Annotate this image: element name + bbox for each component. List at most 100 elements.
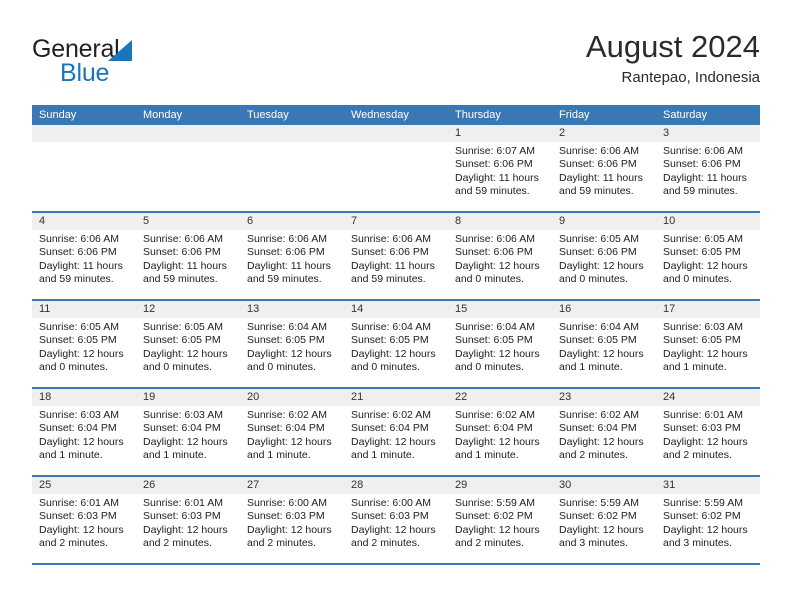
day-cell[interactable]: 2 Sunrise: 6:06 AM Sunset: 6:06 PM Daylight… (552, 125, 656, 211)
daylight-text: Daylight: 12 hours and 0 minutes. (455, 347, 540, 374)
day-number: 25 (39, 479, 52, 491)
day-number: 17 (663, 303, 676, 315)
weekday-header-saturday: Saturday (663, 109, 708, 121)
sunset-text: Sunset: 6:03 PM (39, 510, 117, 523)
day-number-band: 24 (656, 389, 760, 406)
daylight-text: Daylight: 12 hours and 1 minute. (39, 435, 124, 462)
day-number-band: 31 (656, 477, 760, 494)
day-cell[interactable]: 6 Sunrise: 6:06 AM Sunset: 6:06 PM Daylight… (240, 213, 344, 299)
sunrise-text: Sunrise: 6:06 AM (143, 233, 223, 245)
day-number: 21 (351, 391, 364, 403)
day-cell[interactable]: 13 Sunrise: 6:04 AM Sunset: 6:05 PM Dayligh… (240, 301, 344, 387)
day-cell[interactable]: 18 Sunrise: 6:03 AM Sunset: 6:04 PM Dayligh… (32, 389, 136, 475)
generalblue-logo[interactable]: General Blue (32, 36, 242, 92)
day-cell[interactable]: 3 Sunrise: 6:06 AM Sunset: 6:06 PM Daylight… (656, 125, 760, 211)
day-number-band: 19 (136, 389, 240, 406)
day-cell[interactable]: 15 Sunrise: 6:04 AM Sunset: 6:05 PM Dayligh… (448, 301, 552, 387)
calendar-grid: Sunday Monday Tuesday Wednesday Thursday Frid… (32, 105, 760, 565)
day-number: 30 (559, 479, 572, 491)
day-cell[interactable]: 30 Sunrise: 5:59 AM Sunset: 6:02 PM Dayligh… (552, 477, 656, 563)
sunrise-text: Sunrise: 6:03 AM (663, 321, 743, 333)
daylight-text: Daylight: 12 hours and 0 minutes. (39, 347, 124, 374)
sunrise-text: Sunrise: 6:06 AM (247, 233, 327, 245)
sunrise-text: Sunrise: 6:05 AM (143, 321, 223, 333)
day-number-band: 5 (136, 213, 240, 230)
logo-triangle-icon (108, 40, 132, 61)
sunrise-text: Sunrise: 6:00 AM (351, 497, 431, 509)
day-cell[interactable]: 11 Sunrise: 6:05 AM Sunset: 6:05 PM Dayligh… (32, 301, 136, 387)
day-cell[interactable]: 9 Sunrise: 6:05 AM Sunset: 6:06 PM Daylight… (552, 213, 656, 299)
daylight-text: Daylight: 11 hours and 59 minutes. (455, 171, 539, 198)
day-number-band: 18 (32, 389, 136, 406)
day-number-band: 16 (552, 301, 656, 318)
day-cell-empty (32, 125, 136, 211)
daylight-text: Daylight: 12 hours and 0 minutes. (351, 347, 436, 374)
day-cell[interactable]: 27 Sunrise: 6:00 AM Sunset: 6:03 PM Dayligh… (240, 477, 344, 563)
day-sun-info: Sunrise: 6:00 AM Sunset: 6:03 PM Daylight:… (344, 494, 448, 551)
day-cell[interactable]: 28 Sunrise: 6:00 AM Sunset: 6:03 PM Dayligh… (344, 477, 448, 563)
day-cell[interactable]: 4 Sunrise: 6:06 AM Sunset: 6:06 PM Daylight… (32, 213, 136, 299)
sunrise-text: Sunrise: 6:06 AM (351, 233, 431, 245)
day-cell[interactable]: 23 Sunrise: 6:02 AM Sunset: 6:04 PM Dayligh… (552, 389, 656, 475)
calendar-weeks: 1 Sunrise: 6:07 AM Sunset: 6:06 PM Daylight… (32, 125, 760, 565)
day-cell[interactable]: 10 Sunrise: 6:05 AM Sunset: 6:05 PM Dayligh… (656, 213, 760, 299)
day-cell-empty (136, 125, 240, 211)
sunrise-text: Sunrise: 6:04 AM (455, 321, 535, 333)
day-sun-info: Sunrise: 6:06 AM Sunset: 6:06 PM Daylight:… (136, 230, 240, 287)
day-sun-info: Sunrise: 6:05 AM Sunset: 6:05 PM Daylight:… (136, 318, 240, 375)
day-number-band: 22 (448, 389, 552, 406)
day-number-band: 23 (552, 389, 656, 406)
day-cell[interactable]: 24 Sunrise: 6:01 AM Sunset: 6:03 PM Dayligh… (656, 389, 760, 475)
day-cell[interactable]: 14 Sunrise: 6:04 AM Sunset: 6:05 PM Dayligh… (344, 301, 448, 387)
day-number-band: 9 (552, 213, 656, 230)
day-cell[interactable]: 17 Sunrise: 6:03 AM Sunset: 6:05 PM Dayligh… (656, 301, 760, 387)
day-sun-info: Sunrise: 6:06 AM Sunset: 6:06 PM Daylight:… (552, 142, 656, 199)
day-number: 11 (39, 303, 51, 315)
day-cell[interactable]: 26 Sunrise: 6:01 AM Sunset: 6:03 PM Dayligh… (136, 477, 240, 563)
calendar-page: General Blue August 2024 Rantepao, Indon… (0, 0, 792, 612)
page-title: August 2024 (585, 29, 760, 64)
day-cell[interactable]: 21 Sunrise: 6:02 AM Sunset: 6:04 PM Dayligh… (344, 389, 448, 475)
sunset-text: Sunset: 6:05 PM (559, 334, 637, 347)
day-cell[interactable]: 25 Sunrise: 6:01 AM Sunset: 6:03 PM Dayligh… (32, 477, 136, 563)
day-number: 8 (455, 215, 462, 227)
sunrise-text: Sunrise: 6:06 AM (559, 145, 639, 157)
day-cell[interactable]: 1 Sunrise: 6:07 AM Sunset: 6:06 PM Daylight… (448, 125, 552, 211)
day-number-band: 11 (32, 301, 136, 318)
sunrise-text: Sunrise: 6:01 AM (143, 497, 223, 509)
day-cell[interactable]: 19 Sunrise: 6:03 AM Sunset: 6:04 PM Dayligh… (136, 389, 240, 475)
daylight-text: Daylight: 12 hours and 1 minute. (247, 435, 332, 462)
day-cell[interactable]: 20 Sunrise: 6:02 AM Sunset: 6:04 PM Dayligh… (240, 389, 344, 475)
day-number: 4 (39, 215, 46, 227)
day-sun-info: Sunrise: 6:06 AM Sunset: 6:06 PM Daylight:… (656, 142, 760, 199)
day-number: 24 (663, 391, 676, 403)
day-number-band: 2 (552, 125, 656, 142)
sunrise-text: Sunrise: 6:06 AM (663, 145, 743, 157)
daylight-text: Daylight: 12 hours and 2 minutes. (663, 435, 748, 462)
day-number-band: 14 (344, 301, 448, 318)
day-cell[interactable]: 22 Sunrise: 6:02 AM Sunset: 6:04 PM Dayligh… (448, 389, 552, 475)
sunset-text: Sunset: 6:04 PM (247, 422, 325, 435)
day-cell[interactable]: 31 Sunrise: 5:59 AM Sunset: 6:02 PM Dayligh… (656, 477, 760, 563)
day-cell[interactable]: 29 Sunrise: 5:59 AM Sunset: 6:02 PM Dayligh… (448, 477, 552, 563)
day-cell[interactable]: 7 Sunrise: 6:06 AM Sunset: 6:06 PM Daylight… (344, 213, 448, 299)
day-cell[interactable]: 16 Sunrise: 6:04 AM Sunset: 6:05 PM Dayligh… (552, 301, 656, 387)
calendar-week-row: 25 Sunrise: 6:01 AM Sunset: 6:03 PM Dayligh… (32, 477, 760, 565)
sunrise-text: Sunrise: 5:59 AM (559, 497, 639, 509)
daylight-text: Daylight: 11 hours and 59 minutes. (351, 259, 435, 286)
day-cell[interactable]: 5 Sunrise: 6:06 AM Sunset: 6:06 PM Daylight… (136, 213, 240, 299)
day-number-band: 29 (448, 477, 552, 494)
day-number-band: 20 (240, 389, 344, 406)
day-number-band: 25 (32, 477, 136, 494)
day-cell[interactable]: 12 Sunrise: 6:05 AM Sunset: 6:05 PM Dayligh… (136, 301, 240, 387)
day-number: 12 (143, 303, 156, 315)
day-sun-info: Sunrise: 6:02 AM Sunset: 6:04 PM Daylight:… (448, 406, 552, 463)
sunrise-text: Sunrise: 6:07 AM (455, 145, 535, 157)
weekday-header-tuesday: Tuesday (247, 109, 289, 121)
weekday-header-thursday: Thursday (455, 109, 501, 121)
day-cell[interactable]: 8 Sunrise: 6:06 AM Sunset: 6:06 PM Daylight… (448, 213, 552, 299)
daylight-text: Daylight: 12 hours and 2 minutes. (351, 523, 436, 550)
daylight-text: Daylight: 12 hours and 2 minutes. (39, 523, 124, 550)
day-number: 18 (39, 391, 52, 403)
day-number: 2 (559, 127, 566, 139)
